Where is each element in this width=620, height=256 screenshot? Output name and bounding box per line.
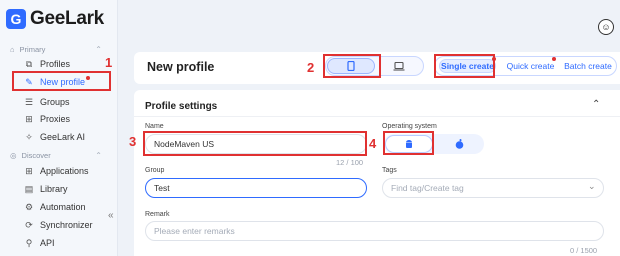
sidebar-item-label: Library [40, 184, 68, 194]
sidebar-item-synchronizer[interactable]: ⟳ Synchronizer [24, 218, 93, 232]
new-indicator-dot [552, 57, 556, 61]
groups-icon: ☰ [24, 96, 34, 107]
highlight-box [383, 131, 434, 155]
sidebar-item-groups[interactable]: ☰ Groups [24, 95, 70, 109]
sidebar-item-label: Profiles [40, 59, 71, 69]
sidebar-item-label: Groups [40, 97, 70, 107]
section-discover[interactable]: ◎ Discover ⌃ [10, 151, 102, 160]
remark-counter: 0 / 1500 [570, 246, 598, 255]
synchronizer-icon: ⟳ [25, 219, 33, 230]
topbar: ☺ [119, 0, 620, 40]
group-input[interactable]: Test [145, 178, 367, 198]
app-logo[interactable]: G GeeLark [6, 8, 104, 30]
logo-mark: G [6, 9, 26, 29]
group-label: Group [145, 167, 165, 174]
sidebar-item-profiles[interactable]: ⧉ Profiles [24, 57, 70, 71]
avatar[interactable]: ☺ [598, 19, 614, 35]
remark-label: Remark [145, 211, 170, 218]
name-counter: 12 / 100 [336, 158, 364, 167]
sidebar-item-library[interactable]: ▤ Library [24, 182, 68, 196]
tab-quick-create[interactable]: Quick create [502, 59, 559, 73]
remark-textarea[interactable]: Please enter remarks [145, 221, 604, 241]
sidebar: G GeeLark ⌂ Primary ⌃ ⧉ Profiles ✎ New p… [0, 0, 118, 256]
section-label: Discover [21, 151, 51, 160]
sidebar-item-automation[interactable]: ⚙ Automation [24, 200, 86, 214]
sidebar-item-geelark-ai[interactable]: ✧ GeeLark AI [24, 130, 85, 144]
logo-text: GeeLark [30, 8, 104, 29]
highlight-box [143, 131, 367, 156]
highlight-box [434, 54, 495, 78]
laptop-icon [393, 61, 405, 71]
tags-select[interactable]: Find tag/Create tag [382, 178, 604, 198]
chevron-down-icon: ⌄ [588, 181, 596, 191]
annotation-number: 4 [369, 136, 377, 151]
automation-icon: ⚙ [24, 201, 34, 212]
sidebar-item-label: Applications [40, 166, 89, 176]
ios-os-button[interactable] [435, 135, 483, 153]
annotation-number: 2 [307, 60, 315, 75]
annotation-number: 3 [129, 134, 137, 149]
desktop-device-button[interactable] [375, 58, 423, 74]
sidebar-item-label: API [40, 238, 55, 248]
proxies-icon: ⊞ [25, 113, 33, 124]
name-label: Name [145, 123, 164, 130]
collapse-sidebar-button[interactable]: « [108, 210, 114, 221]
applications-icon: ⊞ [25, 165, 33, 176]
sidebar-item-label: Proxies [40, 114, 71, 124]
sidebar-item-applications[interactable]: ⊞ Applications [24, 164, 89, 178]
sidebar-item-api[interactable]: ⚲ API [24, 236, 55, 250]
ai-icon: ✧ [25, 131, 33, 142]
section-title: Profile settings [145, 101, 218, 112]
home-icon: ⌂ [10, 45, 15, 54]
chevron-up-icon[interactable]: ⌃ [592, 99, 600, 110]
tags-label: Tags [382, 167, 397, 174]
sidebar-item-label: Synchronizer [40, 220, 93, 230]
highlight-box [12, 71, 111, 91]
divider [134, 116, 620, 117]
tab-batch-create[interactable]: Batch create [561, 59, 615, 73]
section-label: Primary [19, 45, 46, 54]
profiles-icon: ⧉ [25, 58, 33, 69]
sidebar-item-label: Automation [40, 202, 86, 212]
highlight-box [323, 54, 381, 78]
sidebar-item-label: GeeLark AI [40, 132, 86, 142]
sidebar-item-proxies[interactable]: ⊞ Proxies [24, 112, 70, 126]
library-icon: ▤ [24, 183, 34, 194]
annotation-number: 1 [105, 55, 113, 70]
os-label: Operating system [382, 123, 437, 130]
chevron-up-icon: ⌃ [95, 45, 102, 54]
section-primary[interactable]: ⌂ Primary ⌃ [10, 45, 102, 54]
discover-icon: ◎ [10, 151, 17, 160]
page-title: New profile [147, 60, 215, 74]
chevron-up-icon: ⌃ [95, 151, 102, 160]
apple-icon [455, 139, 463, 149]
api-icon: ⚲ [25, 237, 33, 248]
